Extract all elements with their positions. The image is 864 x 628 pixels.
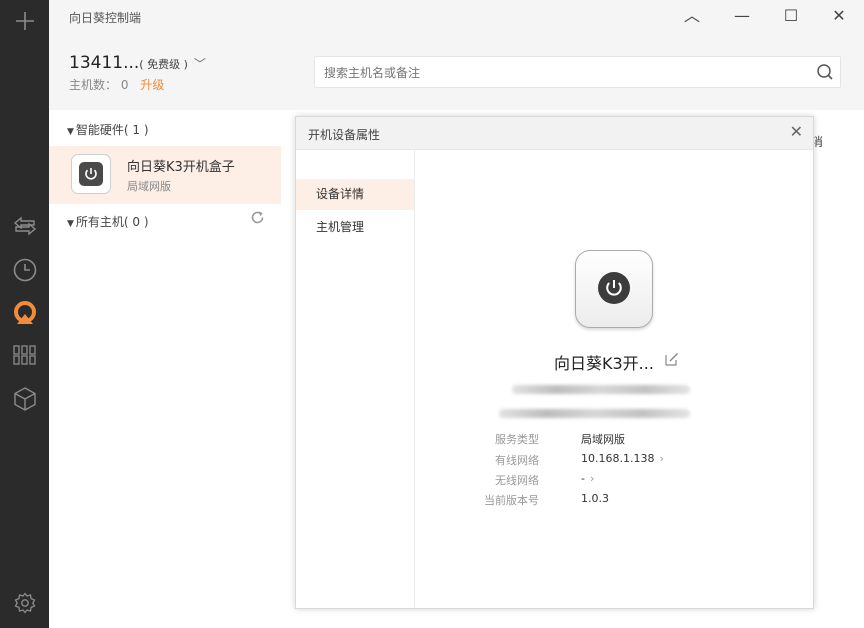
group-smart-hardware[interactable]: ▼ 智能硬件( 1 ): [67, 121, 149, 138]
refresh-icon[interactable]: [250, 210, 265, 229]
edit-icon[interactable]: [665, 351, 679, 370]
collapse-up-button[interactable]: ︿: [677, 3, 707, 29]
prop-value: 1.0.3: [581, 492, 609, 505]
minimize-button[interactable]: —: [727, 3, 757, 29]
caret-down-icon: ▼: [67, 127, 74, 137]
chevron-right-icon: ›: [589, 472, 595, 485]
side-rail: [0, 0, 49, 628]
account-name: 13411...: [69, 53, 140, 73]
maximize-button[interactable]: ☐: [776, 3, 806, 29]
search-input[interactable]: [315, 57, 806, 89]
account-tier: ( 免费级 ): [139, 58, 188, 71]
plus-icon[interactable]: [0, 10, 49, 36]
settings-icon[interactable]: [0, 592, 49, 618]
caret-down-icon: ▼: [67, 219, 74, 229]
dialog-nav: 设备详情 主机管理: [296, 149, 415, 608]
tab-device-details[interactable]: 设备详情: [296, 179, 414, 210]
account-selector[interactable]: 13411...( 免费级 ) ﹀: [69, 53, 206, 73]
prop-service-type: 服务类型 局域网版: [414, 431, 814, 449]
power-box-icon: [71, 154, 111, 194]
dialog-header: 开机设备属性 ✕: [296, 117, 813, 150]
device-network: 局域网版: [127, 180, 171, 193]
redacted-text: [499, 409, 690, 418]
apps-grid-icon[interactable]: [0, 344, 49, 370]
upgrade-link[interactable]: 升级: [140, 78, 164, 92]
prop-value: -: [581, 472, 585, 485]
prop-version: 当前版本号 1.0.3: [414, 492, 814, 510]
prop-value: 局域网版: [581, 433, 625, 446]
history-icon[interactable]: [0, 257, 49, 287]
prop-label: 服务类型: [495, 433, 539, 446]
device-properties-dialog: 开机设备属性 ✕ 设备详情 主机管理 向日葵K3开... 服务类型 局域网版 有…: [295, 116, 814, 609]
package-icon[interactable]: [0, 386, 49, 416]
prop-wireless-network[interactable]: 无线网络 - ›: [414, 472, 814, 490]
device-name: 向日葵K3开机盒子: [127, 160, 235, 175]
search-box: [314, 56, 841, 89]
dialog-title: 开机设备属性: [308, 128, 381, 142]
host-count-value: 0: [120, 78, 129, 92]
remote-control-icon[interactable]: [0, 215, 49, 241]
device-list-panel: ▼ 智能硬件( 1 ) 向日葵K3开机盒子 局域网版 ▼ 所有主机( 0 ): [49, 110, 281, 628]
prop-wired-network[interactable]: 有线网络 10.168.1.138 ›: [414, 452, 814, 470]
chevron-right-icon: ›: [659, 452, 664, 465]
prop-label: 无线网络: [495, 474, 539, 487]
prop-label: 当前版本号: [484, 494, 539, 507]
group-all-hosts[interactable]: ▼ 所有主机( 0 ): [67, 213, 149, 230]
device-list-item[interactable]: 向日葵K3开机盒子 局域网版: [49, 146, 281, 204]
chevron-down-icon: ﹀: [193, 57, 206, 71]
device-power-icon: [575, 250, 653, 328]
dialog-close-icon[interactable]: ✕: [790, 122, 803, 141]
sunflower-logo-icon[interactable]: [0, 300, 49, 330]
prop-value: 10.168.1.138: [581, 452, 655, 465]
tab-host-management[interactable]: 主机管理: [296, 212, 414, 243]
close-button[interactable]: ✕: [824, 3, 854, 29]
redacted-text: [512, 385, 690, 394]
search-icon[interactable]: [816, 63, 834, 85]
app-title: 向日葵控制端: [69, 11, 142, 25]
prop-label: 有线网络: [495, 454, 539, 467]
host-count: 主机数： 0 升级: [69, 78, 165, 92]
device-title: 向日葵K3开...: [554, 354, 654, 373]
top-bar: 向日葵控制端 ︿ — ☐ ✕ 13411...( 免费级 ) ﹀ 主机数： 0 升…: [49, 0, 864, 110]
